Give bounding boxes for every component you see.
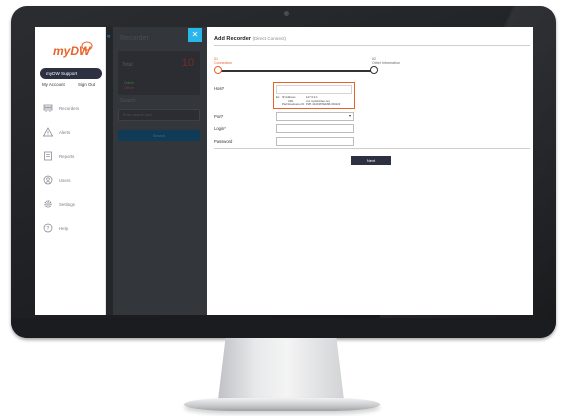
total-value: 10 (181, 57, 194, 69)
monitor-stand (218, 338, 344, 400)
page-title: Add Recorder (Direct Connect) (214, 36, 286, 42)
port-label: Port* (214, 114, 224, 119)
step-label: Other Information (372, 61, 400, 66)
help-icon: ? (43, 223, 53, 233)
page-title-text: Add Recorder (214, 36, 251, 42)
recorder-summary-card: Total 10 Online Offline (118, 51, 200, 95)
password-input[interactable] (276, 137, 354, 146)
nav-item-help[interactable]: ? Help (35, 221, 106, 235)
search-input[interactable]: Enter search text (118, 109, 200, 121)
my-account-link[interactable]: My Account (42, 82, 65, 87)
nav-item-alerts[interactable]: Alerts (35, 125, 106, 139)
svg-text:?: ? (47, 226, 50, 232)
app-logo[interactable]: myDW (52, 40, 94, 60)
nav-label: Users (59, 178, 71, 183)
panel-title: Recorder (120, 35, 149, 42)
nav-label: Help (59, 226, 69, 231)
step-progress-track (218, 70, 374, 72)
panel-collapse-strip[interactable]: « (106, 27, 113, 315)
nav-item-users[interactable]: Users (35, 173, 106, 187)
recorder-panel: « Recorder ✕ Total 10 Online Offline Sea… (106, 27, 207, 315)
user-icon (43, 175, 53, 185)
login-label: Login* (214, 126, 226, 131)
nav-item-recorders[interactable]: Recorders (35, 101, 106, 115)
nav-label: Settings (59, 202, 75, 207)
page-subtitle: (Direct Connect) (252, 36, 287, 41)
nav-item-settings[interactable]: Settings (35, 197, 106, 211)
monitor-chin (11, 318, 556, 338)
sign-out-link[interactable]: Sign Out (78, 82, 95, 87)
chevron-down-icon: ▾ (348, 113, 351, 118)
hint-prefix: Ex: (276, 95, 281, 99)
online-status: Online (124, 81, 134, 85)
nav-label: Reports (59, 154, 75, 159)
search-button[interactable]: Search (118, 130, 200, 141)
hint-pn-label: Part/Hostname ID (282, 102, 305, 107)
host-label: Host* (214, 86, 225, 91)
host-field-group: Ex: IP Address 127.0.0.1 URL xxx.mydwvid… (273, 82, 355, 109)
step-connection[interactable]: 01 Connection (214, 57, 232, 66)
total-label: Total (122, 62, 133, 68)
form-divider (214, 148, 530, 149)
step-other-information[interactable]: 02 Other Information (372, 57, 400, 66)
nav-label: Recorders (59, 106, 80, 111)
webcam (284, 11, 289, 16)
collapse-icon[interactable]: « (107, 34, 110, 40)
monitor-base (184, 398, 380, 411)
step-dot-active (214, 66, 222, 74)
host-input[interactable] (276, 85, 352, 94)
offline-status: Offline (124, 86, 134, 90)
next-button[interactable]: Next (351, 156, 391, 165)
title-divider (214, 45, 530, 46)
step-dot-pending (370, 66, 378, 74)
hint-pn-value: P2P-4124367EFAB-001122 (306, 102, 341, 107)
svg-text:myDW: myDW (53, 44, 92, 58)
close-button[interactable]: ✕ (188, 28, 202, 42)
recorder-icon (43, 104, 53, 112)
left-nav: myDW myDW Support My Account Sign Out Re… (35, 27, 106, 315)
gear-icon (44, 200, 52, 208)
nav-label: Alerts (59, 130, 71, 135)
app-screen: myDW myDW Support My Account Sign Out Re… (35, 27, 533, 315)
report-icon (44, 151, 52, 161)
port-select[interactable]: ▾ (276, 112, 354, 121)
user-menu[interactable]: myDW Support (40, 68, 102, 79)
login-input[interactable] (276, 124, 354, 133)
password-label: Password (214, 139, 233, 144)
add-recorder-form: Add Recorder (Direct Connect) 01 Connect… (207, 27, 533, 315)
alert-icon (43, 127, 53, 137)
search-label: Search (120, 98, 136, 104)
nav-item-reports[interactable]: Reports (35, 149, 106, 163)
